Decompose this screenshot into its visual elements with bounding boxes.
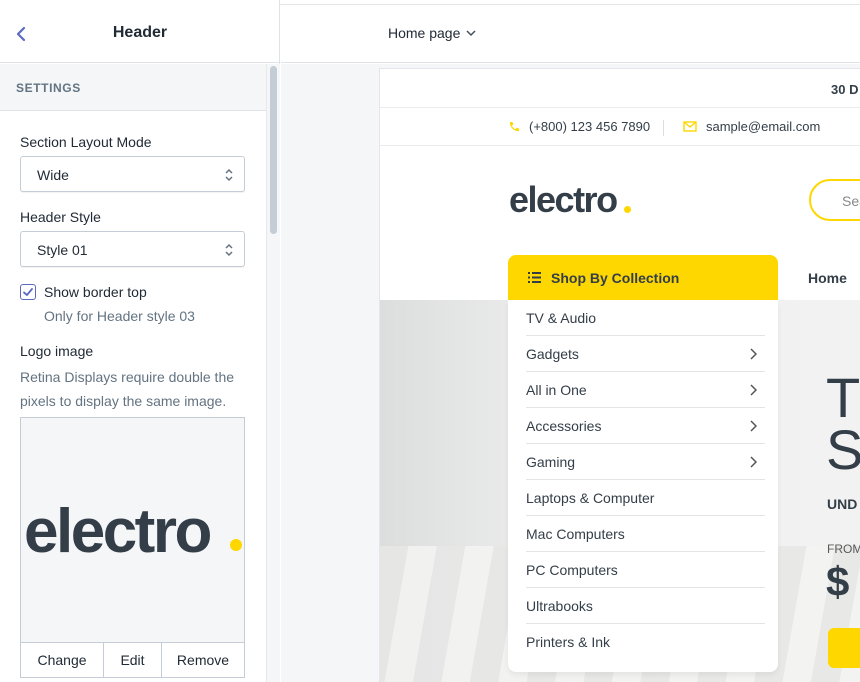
phone-icon (509, 121, 519, 131)
site-logo-dot (624, 206, 631, 213)
promo-bar: 30 D (380, 69, 860, 108)
shop-by-collection-button[interactable]: Shop By Collection (508, 255, 778, 300)
category-item[interactable]: TV & Audio (526, 300, 765, 336)
hero-heading-line-1: T (826, 366, 860, 429)
edit-logo-button[interactable]: Edit (104, 643, 162, 677)
logo-help-line-1: Retina Displays require double the (20, 369, 235, 385)
category-label: Ultrabooks (526, 597, 593, 614)
sidebar-header: Header (0, 5, 280, 63)
category-item[interactable]: PC Computers (526, 552, 765, 588)
list-icon (528, 272, 541, 283)
chevron-right-icon (750, 384, 757, 396)
category-item[interactable]: Printers & Ink (526, 624, 765, 660)
layout-mode-select[interactable]: Wide (20, 156, 245, 192)
page-selector-label: Home page (388, 25, 461, 41)
search-input[interactable]: Sea (809, 179, 860, 221)
section-label: SETTINGS (16, 81, 81, 95)
hero-price: $ (826, 558, 850, 605)
header-style-value: Style 01 (37, 242, 88, 258)
category-item[interactable]: All in One (526, 372, 765, 408)
search-placeholder: Sea (842, 193, 860, 209)
hero-cta-button[interactable] (828, 628, 860, 668)
category-label: Laptops & Computer (526, 489, 655, 506)
category-item[interactable]: Ultrabooks (526, 588, 765, 624)
site-preview: 30 D (+800) 123 456 7890 sample@email.co… (380, 69, 860, 682)
border-top-label: Show border top (44, 284, 147, 300)
category-item[interactable]: Laptops & Computer (526, 480, 765, 516)
chevron-right-icon (750, 456, 757, 468)
phone-contact[interactable]: (+800) 123 456 7890 (508, 119, 650, 134)
category-label: All in One (526, 381, 587, 398)
logo-actions: Change Edit Remove (20, 642, 245, 678)
preview-topbar: Home page (281, 5, 860, 63)
logo-dot (230, 539, 242, 551)
scrollbar-thumb[interactable] (270, 66, 277, 234)
chevron-left-icon (16, 26, 26, 42)
logo-image-text: electro (24, 497, 212, 566)
category-label: Accessories (526, 417, 602, 434)
email-address: sample@email.com (706, 119, 821, 134)
chevron-right-icon (750, 420, 757, 432)
category-label: TV & Audio (526, 309, 597, 326)
hero-from-label: FROM (827, 542, 860, 556)
border-top-help: Only for Header style 03 (44, 308, 195, 324)
contact-bar: (+800) 123 456 7890 sample@email.com (380, 108, 860, 146)
promo-text: 30 D (831, 82, 859, 97)
category-item[interactable]: Mac Computers (526, 516, 765, 552)
remove-logo-button[interactable]: Remove (162, 643, 244, 677)
hero-subheading: UND (827, 496, 858, 512)
sidebar-body: SETTINGS Section Layout Mode Wide Header… (0, 64, 266, 682)
chevron-down-icon (466, 30, 476, 37)
sidebar-title: Header (112, 24, 168, 41)
chevron-right-icon (750, 348, 757, 360)
change-logo-button[interactable]: Change (21, 643, 104, 677)
checkmark-icon (23, 288, 33, 296)
sidebar-scrollbar[interactable] (266, 64, 280, 682)
phone-number: (+800) 123 456 7890 (529, 119, 651, 134)
header-style-label: Header Style (20, 209, 101, 225)
envelope-icon (683, 121, 697, 132)
category-item[interactable]: Gadgets (526, 336, 765, 372)
select-arrows-icon (225, 168, 233, 182)
settings-sidebar: Header SETTINGS Section Layout Mode Wide… (0, 0, 280, 682)
nav-home-link[interactable]: Home (808, 270, 847, 286)
header-style-select[interactable]: Style 01 (20, 231, 245, 267)
settings-section-header: SETTINGS (0, 64, 266, 111)
layout-mode-value: Wide (37, 167, 69, 183)
category-label: PC Computers (526, 561, 618, 578)
layout-mode-label: Section Layout Mode (20, 134, 152, 150)
category-item[interactable]: Accessories (526, 408, 765, 444)
border-top-checkbox[interactable] (20, 284, 36, 300)
category-label: Mac Computers (526, 525, 625, 542)
category-label: Printers & Ink (526, 634, 611, 650)
hero-heading-line-2: S (826, 418, 860, 481)
shop-by-collection-label: Shop By Collection (551, 269, 680, 286)
category-label: Gadgets (526, 345, 579, 362)
site-logo[interactable]: electro (509, 179, 618, 221)
category-label: Gaming (526, 453, 576, 470)
page-selector[interactable]: Home page (388, 25, 476, 41)
email-contact[interactable]: sample@email.com (683, 119, 820, 134)
logo-image-label: Logo image (20, 343, 94, 359)
back-button[interactable] (10, 22, 32, 46)
logo-image-preview: electro (20, 417, 245, 643)
category-menu: TV & Audio Gadgets All in One Accessorie… (508, 300, 778, 672)
logo-help-line-2: pixels to display the same image. (20, 393, 227, 409)
select-arrows-icon (225, 243, 233, 257)
category-item[interactable]: Gaming (526, 444, 765, 480)
contact-divider (663, 120, 664, 136)
